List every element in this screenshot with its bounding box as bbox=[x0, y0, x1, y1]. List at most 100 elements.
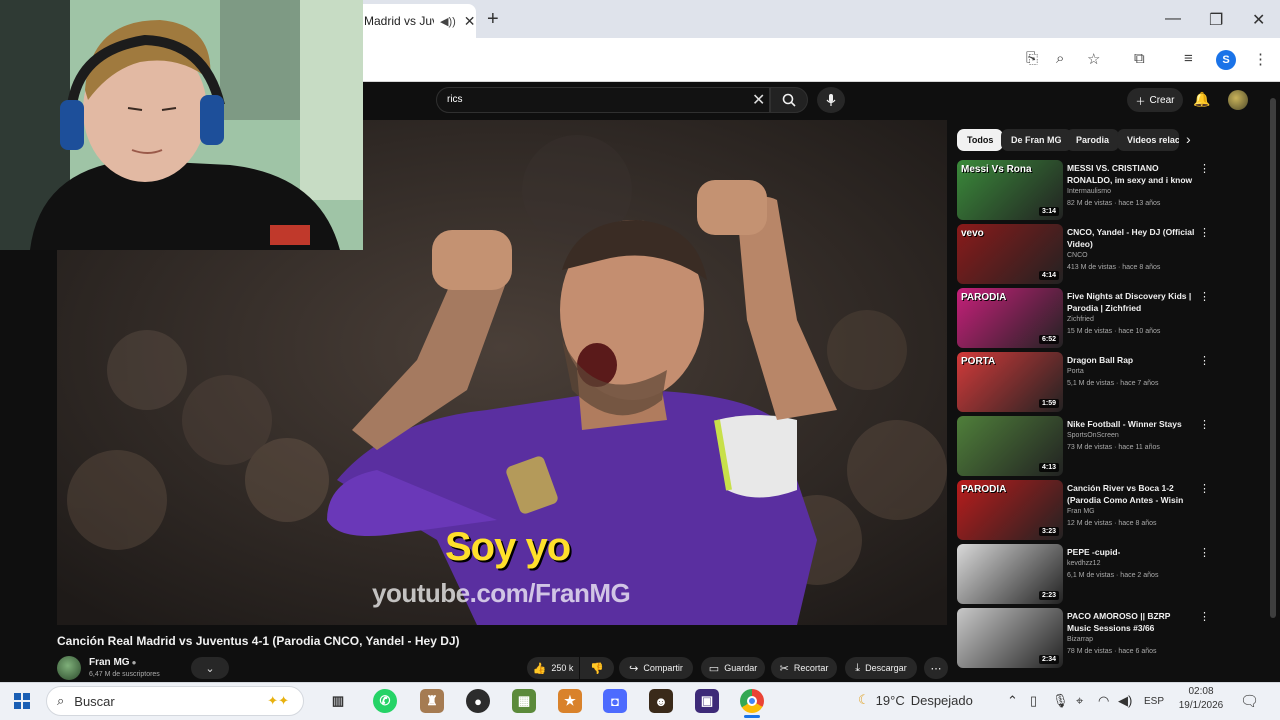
notification-icon[interactable]: 🗨 bbox=[1240, 692, 1259, 710]
extensions-icon[interactable]: ⧉ bbox=[1134, 50, 1145, 67]
recommendation-channel[interactable]: Fran MG bbox=[1067, 508, 1095, 515]
more-vertical-icon[interactable]: ⋮ bbox=[1199, 290, 1210, 303]
recommendation-thumbnail[interactable]: 2:23 bbox=[957, 544, 1063, 604]
more-vertical-icon[interactable]: ⋮ bbox=[1199, 354, 1210, 367]
recommendation-item[interactable]: vevo 4:14 CNCO, Yandel - Hey DJ (Official … bbox=[957, 224, 1257, 286]
recommendation-item[interactable]: Messi Vs Rona 3:14 MESSI VS. CRISTIANO RON… bbox=[957, 160, 1257, 222]
app-icon-1[interactable]: ♜ bbox=[420, 689, 444, 713]
recommendation-thumbnail[interactable]: PARODIA 3:23 bbox=[957, 480, 1063, 540]
more-vertical-icon[interactable]: ⋮ bbox=[1199, 546, 1210, 559]
save-button[interactable]: ▭ Guardar bbox=[701, 657, 765, 679]
chevron-right-icon[interactable]: › bbox=[1186, 131, 1191, 147]
recommendation-title[interactable]: Nike Football - Winner Stays bbox=[1067, 418, 1195, 430]
subscribe-dropdown-button[interactable]: ⌄ bbox=[191, 657, 229, 679]
tab-close-icon[interactable]: ✕ bbox=[464, 13, 476, 30]
task-view-icon[interactable]: ▥ bbox=[326, 689, 350, 713]
location-icon[interactable]: ⌖ bbox=[1076, 693, 1083, 709]
app-icon-6[interactable]: ▣ bbox=[695, 689, 719, 713]
recommendation-thumbnail[interactable]: 2:34 bbox=[957, 608, 1063, 668]
bookmark-star-icon[interactable]: ☆ bbox=[1087, 50, 1100, 68]
device-icon[interactable]: ▯ bbox=[1030, 693, 1037, 709]
recommendation-thumbnail[interactable]: PORTA 1:59 bbox=[957, 352, 1063, 412]
volume-icon[interactable]: ◀) bbox=[1118, 693, 1132, 709]
recommendation-thumbnail[interactable]: vevo 4:14 bbox=[957, 224, 1063, 284]
recommendation-channel[interactable]: Porta bbox=[1067, 368, 1084, 375]
recommendation-item[interactable]: 4:13 Nike Football - Winner Stays SportsOn… bbox=[957, 416, 1257, 478]
more-vertical-icon[interactable]: ⋮ bbox=[1199, 610, 1210, 623]
recommendation-title[interactable]: PACO AMOROSO || BZRP Music Sessions #3/6… bbox=[1067, 610, 1195, 634]
chrome-icon[interactable] bbox=[740, 689, 764, 713]
notifications-bell-icon[interactable]: 🔔 bbox=[1193, 91, 1210, 108]
recommendation-item[interactable]: 2:34 PACO AMOROSO || BZRP Music Sessions … bbox=[957, 608, 1257, 670]
taskbar-clock[interactable]: 02:08 19/1/2026 bbox=[1176, 685, 1226, 713]
wifi-icon[interactable]: ◠ bbox=[1098, 693, 1109, 709]
search-button[interactable] bbox=[770, 87, 808, 113]
more-vertical-icon[interactable]: ⋮ bbox=[1199, 162, 1210, 175]
whatsapp-icon[interactable]: ✆ bbox=[373, 689, 397, 713]
clip-button[interactable]: ✂ Recortar bbox=[771, 657, 837, 679]
recommendation-channel[interactable]: kevdhzz12 bbox=[1067, 560, 1100, 567]
browser-tab[interactable]: Madrid vs Juve ◀)) ✕ bbox=[352, 4, 476, 38]
recommendation-item[interactable]: PARODIA 3:23 Canción River vs Boca 1-2 (Pa… bbox=[957, 480, 1257, 542]
media-control-icon[interactable]: ≡ bbox=[1184, 50, 1193, 67]
recommendation-item[interactable]: 2:23 PEPE -cupid-kevdhzz12 6,1 M de vistas… bbox=[957, 544, 1257, 606]
channel-avatar[interactable] bbox=[57, 656, 81, 680]
microphone-icon[interactable]: 🎙 bbox=[1052, 693, 1069, 709]
recommendation-thumbnail[interactable]: Messi Vs Rona 3:14 bbox=[957, 160, 1063, 220]
recommendation-channel[interactable]: Zichfried bbox=[1067, 316, 1094, 323]
app-icon-5[interactable]: ☻ bbox=[649, 689, 673, 713]
minimize-icon[interactable]: — bbox=[1165, 10, 1181, 28]
chip-parodia[interactable]: Parodia bbox=[1066, 129, 1120, 151]
install-icon[interactable]: ⎘ bbox=[1026, 50, 1038, 67]
speaker-icon[interactable]: ◀)) bbox=[440, 15, 456, 28]
recommendation-thumbnail[interactable]: 4:13 bbox=[957, 416, 1063, 476]
download-button[interactable]: ⤓ Descargar bbox=[845, 657, 917, 679]
language-indicator[interactable]: ESP bbox=[1144, 696, 1164, 707]
app-icon-3[interactable]: ★ bbox=[558, 689, 582, 713]
taskbar-search[interactable]: ⌕ Buscar ✦✦ bbox=[46, 686, 304, 716]
recommendation-channel[interactable]: SportsOnScreen bbox=[1067, 432, 1119, 439]
app-icon-4[interactable]: ◘ bbox=[603, 689, 627, 713]
share-button[interactable]: ↪ Compartir bbox=[619, 657, 693, 679]
search-clear-icon[interactable]: ✕ bbox=[752, 90, 765, 110]
user-avatar[interactable] bbox=[1228, 90, 1248, 110]
sidebar-scrollbar[interactable] bbox=[1270, 98, 1276, 618]
more-actions-button[interactable]: ⋯ bbox=[924, 657, 948, 679]
more-vertical-icon[interactable]: ⋮ bbox=[1199, 418, 1210, 431]
new-tab-button[interactable]: + bbox=[487, 8, 499, 31]
maximize-icon[interactable]: ❐ bbox=[1209, 10, 1223, 30]
like-button[interactable]: 👍 250 k bbox=[527, 657, 579, 679]
recommendation-item[interactable]: PARODIA 6:52 Five Nights at Discovery Kids… bbox=[957, 288, 1257, 350]
recommendation-item[interactable]: PORTA 1:59 Dragon Ball Rap Porta 5,1 M de vi… bbox=[957, 352, 1257, 414]
recommendation-title[interactable]: PEPE -cupid- bbox=[1067, 546, 1195, 558]
recommendation-title[interactable]: Dragon Ball Rap bbox=[1067, 354, 1195, 366]
minecraft-icon[interactable]: ▦ bbox=[512, 689, 536, 713]
recommendation-channel[interactable]: Intermaulismo bbox=[1067, 188, 1111, 195]
app-icon-2[interactable]: ● bbox=[466, 689, 490, 713]
weather-widget[interactable]: ☾ 19°C Despejado bbox=[858, 692, 973, 708]
windows-start-icon[interactable] bbox=[14, 693, 30, 709]
chip-todos[interactable]: Todos bbox=[957, 129, 1004, 151]
thumbs-up-icon: 👍 bbox=[532, 662, 547, 675]
more-vertical-icon[interactable]: ⋮ bbox=[1199, 226, 1210, 239]
dislike-button[interactable]: 👎 bbox=[580, 657, 614, 679]
chip-videos-relacionados[interactable]: Videos relac bbox=[1117, 129, 1179, 151]
chevron-up-icon[interactable]: ⌃ bbox=[1007, 693, 1018, 709]
channel-name[interactable]: Fran MG ● bbox=[89, 657, 136, 668]
voice-search-button[interactable] bbox=[817, 87, 845, 113]
recommendation-channel[interactable]: CNCO bbox=[1067, 252, 1088, 259]
chip-de-fran-mg[interactable]: De Fran MG bbox=[1001, 129, 1072, 151]
window-close-icon[interactable]: ✕ bbox=[1252, 10, 1265, 30]
menu-kebab-icon[interactable]: ⋮ bbox=[1253, 50, 1268, 68]
zoom-icon[interactable]: ⌕ bbox=[1056, 50, 1064, 67]
recommendation-title[interactable]: Canción River vs Boca 1-2 (Parodia Como … bbox=[1067, 482, 1195, 506]
search-input[interactable]: rics bbox=[436, 87, 770, 113]
profile-avatar[interactable]: S bbox=[1216, 50, 1236, 70]
recommendation-title[interactable]: Five Nights at Discovery Kids | Parodia … bbox=[1067, 290, 1195, 314]
recommendation-title[interactable]: CNCO, Yandel - Hey DJ (Official Video) bbox=[1067, 226, 1195, 250]
create-button[interactable]: ＋ Crear bbox=[1127, 88, 1183, 112]
recommendation-title[interactable]: MESSI VS. CRISTIANO RONALDO, im sexy and… bbox=[1067, 162, 1195, 186]
more-vertical-icon[interactable]: ⋮ bbox=[1199, 482, 1210, 495]
recommendation-thumbnail[interactable]: PARODIA 6:52 bbox=[957, 288, 1063, 348]
recommendation-channel[interactable]: Bizarrap bbox=[1067, 636, 1093, 643]
